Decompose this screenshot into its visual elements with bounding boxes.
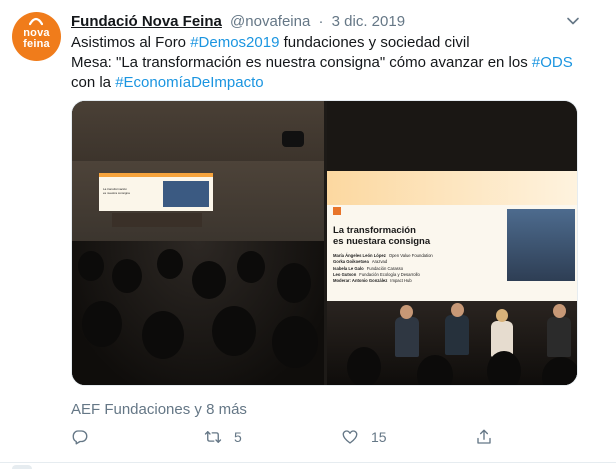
reply-button[interactable] — [71, 424, 101, 450]
share-icon — [477, 429, 491, 444]
speaker-row: Moderar: Antonio González Impact Hub — [333, 278, 433, 284]
heart-icon — [342, 430, 358, 444]
tweet-date[interactable]: 3 dic. 2019 — [332, 13, 405, 30]
tweet-actions: 5 15 — [71, 424, 501, 450]
screen-text-line-2: es nuestra consigna — [103, 191, 130, 195]
separator-dot: · — [318, 13, 324, 30]
nova-feina-logo-icon — [29, 17, 43, 26]
tweet[interactable]: nova feina Fundació Nova Feina @novafein… — [0, 0, 616, 469]
like-count: 15 — [371, 429, 387, 445]
tweet-text-line: Asistimos al Foro #Demos2019 fundaciones… — [71, 33, 596, 53]
tagged-users[interactable]: AEF Fundaciones y 8 más — [71, 400, 247, 420]
hashtag-link[interactable]: #ODS — [532, 54, 573, 71]
projection-screen: La transformación es nuestra consigna — [99, 173, 213, 211]
author-name[interactable]: Fundació Nova Feina — [71, 13, 222, 30]
share-button[interactable] — [475, 424, 505, 450]
tweet-text-line: Mesa: "La transformación es nuestra cons… — [71, 53, 596, 73]
speaker-org: Arazvad — [371, 259, 388, 265]
avatar[interactable]: nova feina — [12, 12, 61, 61]
tweet-text-segment: Mesa: "La transformación es nuestra cons… — [71, 54, 532, 71]
speaker-name: Moderar: Antonio González — [333, 278, 388, 284]
chevron-down-icon[interactable] — [566, 14, 580, 28]
speaker-org: Fundación Ecología y Desarrollo — [359, 271, 420, 277]
reply-icon — [72, 430, 88, 445]
author-handle[interactable]: @novafeina — [230, 13, 310, 30]
tweet-text-segment: con la — [71, 74, 116, 91]
next-tweet-avatar — [12, 465, 32, 469]
media-grid: La transformación es nuestra consigna La… — [71, 100, 578, 386]
panel-title-line-2: es nuestara consigna — [333, 236, 431, 247]
speaker-org: Open Value Foundation — [388, 253, 433, 258]
speaker-list: María Ángeles León López Open Value Found… — [333, 253, 433, 284]
stage — [112, 213, 202, 227]
speaker-name: Leo Gutson — [333, 271, 357, 277]
retweet-button[interactable]: 5 — [204, 424, 242, 450]
hashtag-link[interactable]: #Demos2019 — [190, 34, 279, 51]
tweet-text-segment: fundaciones y sociedad civil — [279, 34, 470, 51]
avatar-text-line-2: feina — [23, 38, 50, 50]
photo-panel[interactable]: La transformación es nuestara consigna M… — [327, 101, 577, 385]
retweet-count: 5 — [234, 429, 242, 445]
hashtag-link[interactable]: #EconomíaDeImpacto — [115, 74, 263, 91]
speaker-org: Impact Hub — [390, 278, 412, 284]
speaker-name: Isabela Le Galo — [333, 265, 364, 271]
speaker-org: Fundación Carasso — [366, 265, 404, 271]
like-button[interactable]: 15 — [341, 424, 387, 450]
tweet-text-segment: Asistimos al Foro — [71, 34, 191, 51]
demos-logo-icon — [333, 207, 341, 215]
retweet-icon — [204, 431, 222, 443]
speaker-name: Gorka Goikoetxea — [333, 259, 369, 265]
stage-light — [282, 131, 304, 147]
tweet-text: Asistimos al Foro #Demos2019 fundaciones… — [71, 33, 596, 93]
tweet-text-line: con la #EconomíaDeImpacto — [71, 73, 596, 93]
photo-auditorium[interactable]: La transformación es nuestra consigna — [72, 101, 324, 385]
speaker-name: María Ángeles León López — [333, 253, 386, 258]
tweet-header: Fundació Nova Feina @novafeina · 3 dic. … — [71, 12, 405, 32]
panel-title-line-1: La transformación — [333, 225, 416, 236]
video-feed — [507, 209, 575, 281]
panel-screen: La transformación es nuestara consigna M… — [327, 171, 577, 301]
tweet-divider — [0, 462, 616, 463]
